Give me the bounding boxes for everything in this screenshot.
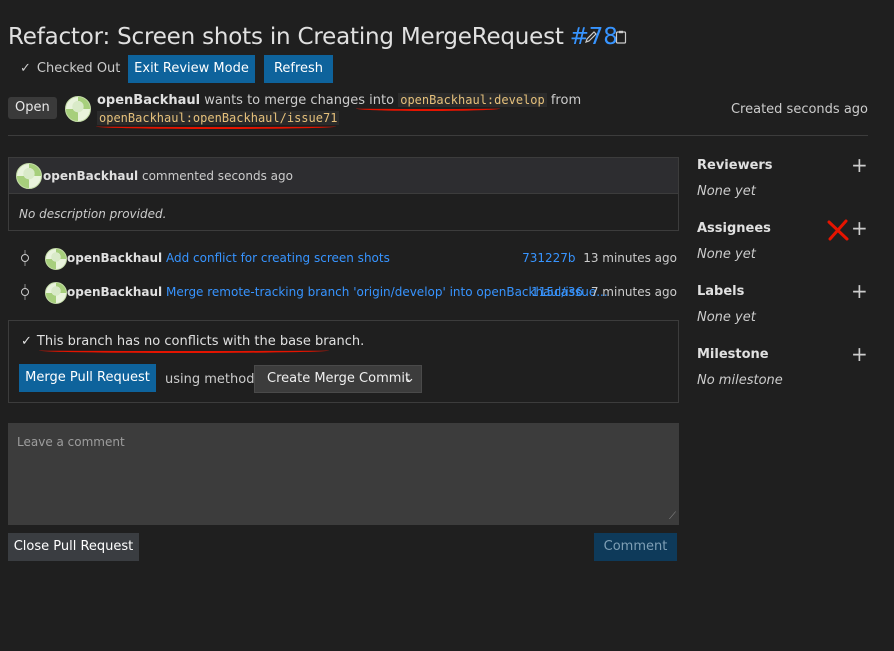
description-header: openBackhaul commented seconds ago (9, 158, 678, 194)
red-x-icon (827, 219, 849, 245)
chevron-down-icon: ⌄ (404, 371, 415, 386)
labels-value: None yet (697, 310, 756, 325)
created-time: Created seconds ago (730, 102, 868, 117)
merge-info-line1: openBackhaul wants to merge changes into… (97, 93, 582, 108)
source-branch: openBackhaul:openBackhaul/issue71 (97, 111, 340, 125)
pr-title: Refactor: Screen shots in Creating Merge… (8, 24, 564, 50)
author-name[interactable]: openBackhaul (97, 93, 200, 108)
copy-icon[interactable] (614, 30, 628, 48)
description-body: No description provided. (19, 207, 167, 221)
status-badge: Open (8, 97, 57, 119)
target-branch: openBackhaul:develop (398, 93, 547, 107)
milestone-heading: Milestone (697, 347, 769, 362)
merge-status: ✓ This branch has no conflicts with the b… (21, 334, 365, 349)
avatar (16, 163, 42, 189)
assignees-heading: Assignees (697, 221, 771, 236)
close-pull-request-button[interactable]: Close Pull Request (8, 533, 139, 561)
reviewers-heading: Reviewers (697, 158, 773, 173)
reviewers-value: None yet (697, 184, 756, 199)
checked-out-status: ✓ Checked Out (20, 61, 121, 76)
check-icon: ✓ (21, 334, 32, 349)
refresh-button[interactable]: Refresh (264, 55, 333, 83)
resize-handle-icon[interactable]: ⟋ (669, 511, 676, 522)
merge-panel: ✓ This branch has no conflicts with the b… (8, 320, 679, 403)
commit-icon (21, 288, 29, 296)
check-icon: ✓ (20, 61, 31, 76)
comment-placeholder: Leave a comment (17, 435, 125, 449)
comment-author[interactable]: openBackhaul (43, 169, 138, 183)
red-underline-source (96, 124, 336, 129)
merge-method-select[interactable]: Create Merge Commit ⌄ (254, 365, 422, 393)
commit-row[interactable]: openBackhaul Merge remote-tracking branc… (8, 282, 677, 304)
avatar (45, 248, 67, 270)
header-divider (8, 135, 868, 136)
add-label-icon[interactable]: + (851, 281, 868, 301)
comment-textarea[interactable]: Leave a comment ⟋ (8, 423, 679, 525)
avatar (65, 96, 91, 122)
labels-heading: Labels (697, 284, 745, 299)
red-underline-merge-status (39, 348, 329, 353)
edit-icon[interactable] (584, 30, 598, 48)
milestone-value: No milestone (697, 373, 783, 388)
commit-row[interactable]: openBackhaul Add conflict for creating s… (8, 248, 677, 270)
merge-pull-request-button[interactable]: Merge Pull Request (19, 364, 156, 392)
assignees-value: None yet (697, 247, 756, 262)
comment-button[interactable]: Comment (594, 533, 677, 561)
page-title: Refactor: Screen shots in Creating Merge… (8, 24, 618, 50)
commit-message-link[interactable]: Add conflict for creating screen shots (166, 251, 390, 265)
commit-sha-link[interactable]: 731227b (522, 251, 575, 265)
red-underline-target (356, 106, 500, 111)
add-assignee-icon[interactable]: + (851, 218, 868, 238)
add-reviewer-icon[interactable]: + (851, 155, 868, 175)
commit-sha-link[interactable]: 115ca36 (531, 285, 583, 299)
exit-review-mode-button[interactable]: Exit Review Mode (128, 55, 255, 83)
commit-icon (21, 254, 29, 262)
description-panel: openBackhaul commented seconds ago No de… (8, 157, 679, 231)
avatar (45, 282, 67, 304)
add-milestone-icon[interactable]: + (851, 344, 868, 364)
using-method-label: using method (165, 372, 255, 387)
